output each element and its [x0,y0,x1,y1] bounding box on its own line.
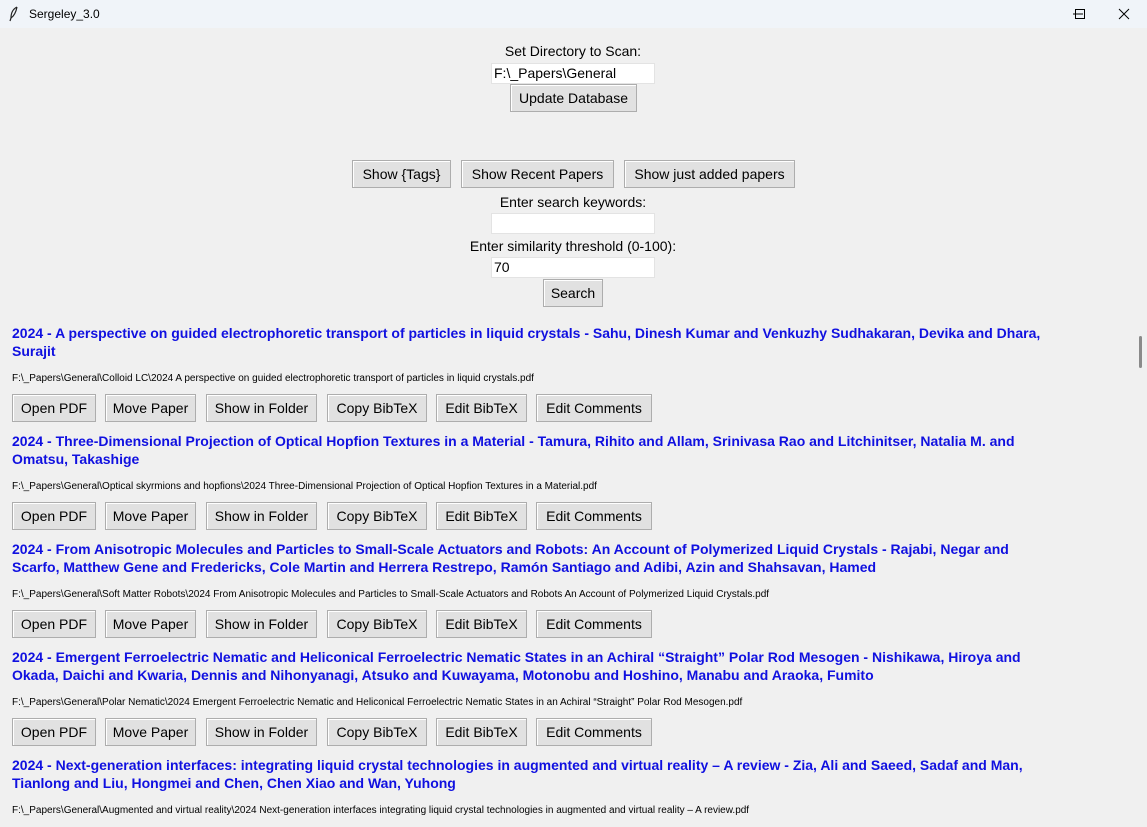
edit-comments-button[interactable]: Edit Comments [536,610,652,638]
paper-path: F:\_Papers\General\Polar Nematic\2024 Em… [12,697,743,708]
copy-bibtex-button[interactable]: Copy BibTeX [327,610,427,638]
open-pdf-button[interactable]: Open PDF [12,394,96,422]
paper-title-link[interactable]: 2024 - Next-generation interfaces: integ… [12,756,1057,792]
show-in-folder-button[interactable]: Show in Folder [206,394,317,422]
paper-path: F:\_Papers\General\Soft Matter Robots\20… [12,589,770,600]
title-bar: Sergeley_3.0 [0,0,1147,28]
show-in-folder-button[interactable]: Show in Folder [206,610,317,638]
move-paper-button[interactable]: Move Paper [105,610,196,638]
threshold-input[interactable]: 70 [491,257,655,278]
copy-bibtex-button[interactable]: Copy BibTeX [327,394,427,422]
keywords-label: Enter search keywords: [499,194,647,210]
open-pdf-button[interactable]: Open PDF [12,718,96,746]
move-paper-button[interactable]: Move Paper [105,502,196,530]
edit-bibtex-button[interactable]: Edit BibTeX [436,502,527,530]
search-button[interactable]: Search [543,279,603,307]
copy-bibtex-button[interactable]: Copy BibTeX [327,502,427,530]
move-paper-button[interactable]: Move Paper [105,718,196,746]
copy-bibtex-button[interactable]: Copy BibTeX [327,718,427,746]
close-button[interactable] [1101,0,1147,28]
edit-bibtex-button[interactable]: Edit BibTeX [436,394,527,422]
edit-bibtex-button[interactable]: Edit BibTeX [436,610,527,638]
results-scrollbar[interactable] [1131,318,1147,827]
paper-path: F:\_Papers\General\Optical skyrmions and… [12,481,597,492]
paper-title-link[interactable]: 2024 - Emergent Ferroelectric Nematic an… [12,648,1057,684]
paper-title-link[interactable]: 2024 - Three-Dimensional Projection of O… [12,432,1057,468]
threshold-label: Enter similarity threshold (0-100): [469,238,677,254]
directory-input[interactable]: F:\_Papers\General [491,63,655,84]
edit-comments-button[interactable]: Edit Comments [536,502,652,530]
keywords-input[interactable] [491,213,655,234]
open-pdf-button[interactable]: Open PDF [12,502,96,530]
maximize-icon [1075,9,1085,19]
paper-path: F:\_Papers\General\Colloid LC\2024 A per… [12,373,534,384]
edit-comments-button[interactable]: Edit Comments [536,718,652,746]
show-in-folder-button[interactable]: Show in Folder [206,718,317,746]
close-icon [1118,8,1130,20]
feather-icon [9,6,18,22]
show-in-folder-button[interactable]: Show in Folder [206,502,317,530]
edit-comments-button[interactable]: Edit Comments [536,394,652,422]
move-paper-button[interactable]: Move Paper [105,394,196,422]
show-tags-button[interactable]: Show {Tags} [352,160,451,188]
paper-path: F:\_Papers\General\Augmented and virtual… [12,805,750,816]
update-database-button[interactable]: Update Database [510,84,637,112]
window-title: Sergeley_3.0 [29,7,100,21]
scrollbar-thumb[interactable] [1139,336,1142,368]
show-just-added-button[interactable]: Show just added papers [624,160,795,188]
maximize-button[interactable] [1057,0,1103,28]
edit-bibtex-button[interactable]: Edit BibTeX [436,718,527,746]
show-recent-papers-button[interactable]: Show Recent Papers [461,160,614,188]
open-pdf-button[interactable]: Open PDF [12,610,96,638]
directory-label: Set Directory to Scan: [504,43,642,59]
paper-title-link[interactable]: 2024 - A perspective on guided electroph… [12,324,1057,360]
paper-title-link[interactable]: 2024 - From Anisotropic Molecules and Pa… [12,540,1057,576]
